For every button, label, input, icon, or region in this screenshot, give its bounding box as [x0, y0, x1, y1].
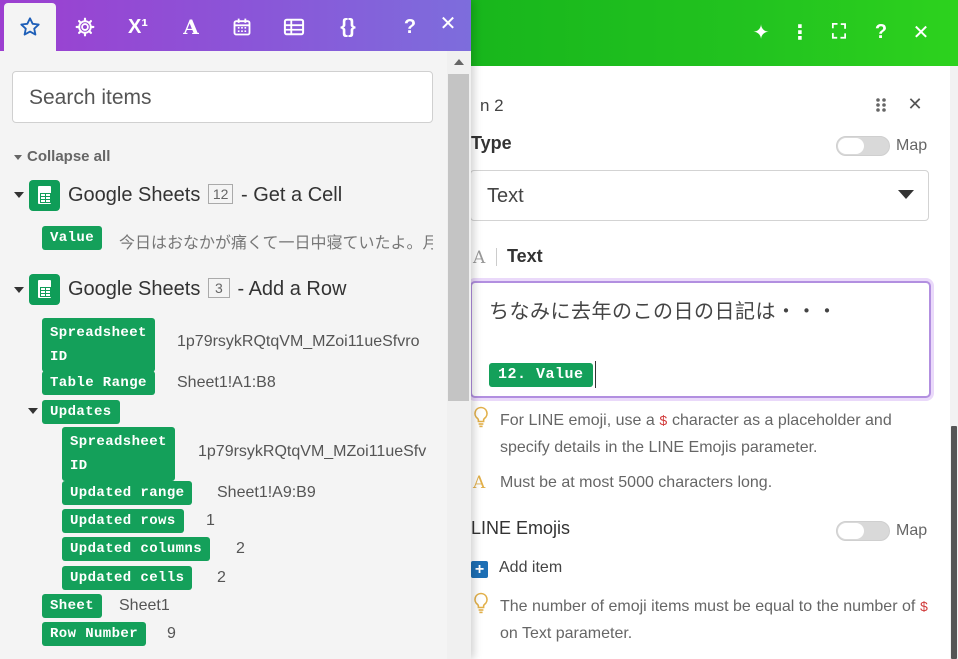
emojis-map-label: Map	[896, 522, 928, 539]
module-action: - Get a Cell	[241, 184, 343, 206]
function-toolbar: X¹ A {} ? ✕	[0, 0, 471, 51]
module-id-badge: 12	[207, 184, 234, 204]
field-value: 1	[206, 512, 215, 529]
max-length-hint: Must be at most 5000 characters long.	[500, 474, 773, 491]
type-select-value: Text	[487, 185, 524, 207]
mapping-panel: X¹ A {} ? ✕ Collapse all Google Sheets 1…	[0, 0, 471, 659]
module-id-badge: 3	[207, 278, 230, 298]
module-settings-panel: ✦ ⋮ ⛶ ? ✕ n 2 ✕ Type Map Text A Text ちなみ…	[443, 0, 958, 659]
updated-cells-pill[interactable]: Updated cells	[62, 566, 193, 590]
spreadsheet-id-pill[interactable]: Spreadsheet ID	[42, 318, 155, 372]
type-label: Type	[471, 133, 512, 153]
scrollbar[interactable]	[447, 51, 471, 659]
field-value: 1p79rsykRQtqVM_MZoi11ueSfvro	[177, 333, 420, 350]
text-label: Text	[507, 246, 543, 266]
line-emojis-label: LINE Emojis	[471, 518, 571, 538]
module-title: n 2	[480, 96, 504, 115]
help-icon[interactable]: ?	[868, 19, 894, 45]
module-header: ✦ ⋮ ⛶ ? ✕	[443, 0, 958, 66]
sheet-pill[interactable]: Sheet	[42, 594, 103, 618]
close-icon[interactable]: ✕	[908, 19, 934, 45]
field-value: 2	[217, 569, 226, 586]
caret-down-icon[interactable]	[28, 408, 38, 414]
scroll-up-icon[interactable]	[454, 59, 464, 65]
close-icon[interactable]: ✕	[437, 12, 459, 36]
google-sheets-icon	[29, 274, 60, 305]
lightbulb-icon	[474, 592, 488, 614]
field-value: 今日はおなかが痛くて一日中寝ていたよ。月	[119, 235, 433, 252]
type-map-label: Map	[896, 137, 928, 154]
close-module-icon[interactable]: ✕	[906, 94, 924, 114]
caret-down-icon[interactable]	[14, 287, 24, 293]
star-icon[interactable]	[4, 3, 56, 51]
divider	[496, 248, 497, 266]
hint-code: $	[919, 600, 929, 616]
updated-range-pill[interactable]: Updated range	[62, 481, 193, 505]
scrollbar-thumb[interactable]	[448, 74, 469, 401]
add-item-button[interactable]: Add item	[499, 559, 562, 577]
scrollbar[interactable]	[950, 66, 958, 659]
caret-down-icon	[14, 154, 22, 160]
pill-label: Spreadsheet	[70, 434, 167, 450]
field-value: 2	[236, 540, 245, 557]
caret-down-icon[interactable]	[14, 192, 24, 198]
expand-icon[interactable]: ⛶	[826, 19, 852, 45]
collapse-all-label: Collapse all	[27, 148, 111, 165]
module-heading[interactable]: Google Sheets 3 - Add a Row	[68, 278, 346, 301]
module-name: Google Sheets	[68, 278, 201, 300]
add-item-icon[interactable]: +	[471, 561, 488, 578]
field-value: Sheet1!A9:B9	[217, 484, 316, 501]
module-name: Google Sheets	[68, 184, 201, 206]
help-icon[interactable]: ?	[384, 3, 436, 51]
module-heading[interactable]: Google Sheets 12 - Get a Cell	[68, 184, 342, 207]
type-map-toggle[interactable]	[836, 136, 890, 156]
more-vertical-icon[interactable]: ⋮	[787, 19, 813, 45]
calendar-icon[interactable]	[216, 3, 268, 51]
pill-label: ID	[50, 349, 68, 365]
drag-handle-icon[interactable]	[873, 96, 889, 114]
magic-icon[interactable]: ✦	[748, 19, 774, 45]
field-value: 1p79rsykRQtqVM_MZoi11ueSfv	[198, 443, 427, 460]
braces-icon[interactable]: {}	[322, 3, 374, 51]
collapse-all-button[interactable]: Collapse all	[14, 148, 110, 165]
hint-text: For LINE emoji, use a	[500, 412, 660, 429]
text-length-icon: A	[473, 473, 486, 493]
text-cursor	[595, 361, 596, 388]
emojis-map-toggle[interactable]	[836, 521, 890, 541]
search-input[interactable]	[29, 84, 419, 112]
text-editor[interactable]: ちなみに去年のこの日の日記は・・・ 12. Value	[470, 281, 931, 398]
value-pill[interactable]: Value	[42, 226, 103, 250]
field-value: Sheet1!A1:B8	[177, 374, 276, 391]
row-number-pill[interactable]: Row Number	[42, 622, 147, 646]
hint-code: $	[659, 414, 668, 430]
text-type-icon: A	[473, 248, 486, 268]
text-format-icon[interactable]: A	[165, 3, 217, 51]
type-select[interactable]: Text	[470, 170, 929, 221]
mapped-value-pill[interactable]: 12. Value	[489, 363, 593, 387]
caret-down-icon	[898, 190, 914, 199]
updates-pill[interactable]: Updates	[42, 400, 120, 424]
pill-label: Spreadsheet	[50, 325, 147, 341]
field-value: Sheet1	[119, 597, 170, 614]
text-editor-content: ちなみに去年のこの日の日記は・・・	[489, 301, 838, 323]
field-value: 9	[167, 625, 176, 642]
search-box[interactable]	[12, 71, 433, 123]
updated-rows-pill[interactable]: Updated rows	[62, 509, 184, 533]
superscript-icon[interactable]: X¹	[112, 3, 164, 51]
hint-text: The number of emoji items must be equal …	[500, 598, 920, 615]
google-sheets-icon	[29, 180, 60, 211]
emoji-placeholder-hint: For LINE emoji, use a $ character as a p…	[500, 408, 930, 460]
table-range-pill[interactable]: Table Range	[42, 371, 155, 395]
module-action: - Add a Row	[237, 278, 347, 300]
updated-columns-pill[interactable]: Updated columns	[62, 537, 211, 561]
hint-text: on Text parameter.	[500, 625, 633, 642]
emoji-count-hint: The number of emoji items must be equal …	[500, 594, 930, 646]
table-icon[interactable]	[268, 3, 320, 51]
gear-icon[interactable]	[59, 3, 111, 51]
pill-label: ID	[70, 458, 88, 474]
spreadsheet-id-pill[interactable]: Spreadsheet ID	[62, 427, 175, 481]
lightbulb-icon	[474, 406, 488, 428]
scrollbar-thumb[interactable]	[951, 426, 957, 659]
